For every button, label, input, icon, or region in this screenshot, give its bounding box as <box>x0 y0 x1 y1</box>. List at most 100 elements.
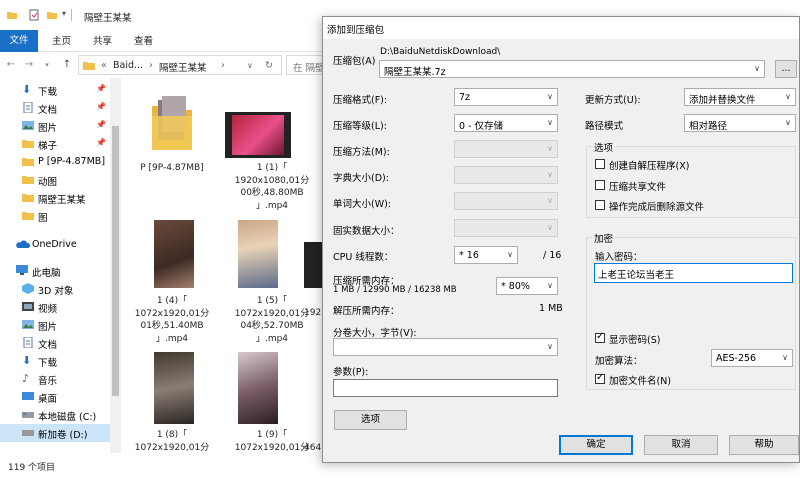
chevron-down-icon: ∨ <box>547 144 553 153</box>
search-input[interactable]: 在 隔壁 <box>286 55 326 75</box>
forward-icon[interactable]: → <box>24 59 34 71</box>
checkbox-label: 操作完成后删除源文件 <box>609 202 705 213</box>
sidebar-item-images[interactable]: 图 <box>0 207 112 225</box>
sidebar-item-downloads[interactable]: ⬇ 下载 📌 <box>0 81 112 99</box>
params-input[interactable] <box>333 379 558 397</box>
folder-icon <box>7 12 17 19</box>
split-size-combo[interactable]: ∨ <box>333 338 558 356</box>
back-icon[interactable]: ← <box>6 59 16 71</box>
tab-file[interactable]: 文件 <box>0 30 38 52</box>
recent-dropdown-icon[interactable]: ▾ <box>42 59 52 71</box>
file-name: P [9P-4.87MB] <box>140 163 204 173</box>
chevron-down-icon[interactable]: ∨ <box>547 342 553 351</box>
ok-button[interactable]: 确定 <box>559 435 633 455</box>
sidebar-item-desktop[interactable]: 桌面 <box>0 388 112 406</box>
sidebar-item-current-folder[interactable]: 隔壁王某某 <box>0 189 112 207</box>
folder-icon <box>83 62 95 70</box>
archive-label: 压缩包(A) <box>333 56 376 67</box>
sidebar-scrollbar[interactable] <box>110 78 121 453</box>
sidebar-item-downloads-pc[interactable]: ⬇ 下载 <box>0 352 112 370</box>
sidebar-item-label: 音乐 <box>38 376 58 387</box>
sidebar-item-label: 此电脑 <box>32 268 61 279</box>
chevron-down-icon: ∨ <box>782 353 788 362</box>
password-input[interactable]: 上老王论坛当老王 <box>594 263 793 283</box>
address-bar[interactable]: « Baid... › 隔壁王某某 › ∨ ↻ <box>78 55 282 75</box>
help-button[interactable]: 帮助 <box>729 435 799 455</box>
quick-access-dropdown-icon[interactable]: ▾ <box>62 9 74 21</box>
sidebar-item-drive-c[interactable]: 本地磁盘 (C:) <box>0 406 112 424</box>
document-icon <box>23 337 33 348</box>
address-dropdown-icon[interactable]: ∨ <box>247 61 253 70</box>
videos-icon <box>22 302 34 311</box>
cpu-threads-select[interactable]: * 16 ∨ <box>454 246 518 264</box>
password-label: 输入密码： <box>595 252 643 263</box>
format-select[interactable]: 7z ∨ <box>454 88 558 106</box>
checkbox-label: 创建自解压程序(X) <box>609 161 690 172</box>
breadcrumb-baidu[interactable]: Baid... <box>113 60 143 71</box>
sidebar-item-drive-d[interactable]: 新加卷 (D:) <box>0 424 112 442</box>
sidebar-item-ladder[interactable]: 梯子 📌 <box>0 135 112 153</box>
video-thumbnail <box>304 242 322 288</box>
sidebar-item-label: 下载 <box>38 358 58 369</box>
pictures-icon <box>22 320 34 329</box>
checkbox-box[interactable] <box>595 200 605 210</box>
sidebar-item-music[interactable]: ♪ 音乐 <box>0 370 112 388</box>
archive-name-combo[interactable]: 隔壁王某某.7z ∨ <box>379 60 765 78</box>
sidebar-item-pictures[interactable]: 图片 📌 <box>0 117 112 135</box>
tab-home[interactable]: 主页 <box>52 33 71 51</box>
checkbox-box[interactable] <box>595 159 605 169</box>
dialog-title: 添加到压缩包 <box>327 25 385 36</box>
scrollbar-thumb[interactable] <box>112 126 119 396</box>
sidebar-item-3d-objects[interactable]: 3D 对象 <box>0 280 112 298</box>
tab-view[interactable]: 查看 <box>134 33 153 51</box>
sidebar-item-documents[interactable]: 文档 📌 <box>0 99 112 117</box>
sidebar-item-gifs[interactable]: 动图 <box>0 171 112 189</box>
new-folder-icon[interactable] <box>46 9 58 21</box>
chevron-down-icon: ∨ <box>547 223 553 232</box>
tab-share[interactable]: 共享 <box>93 33 112 51</box>
checkbox-box[interactable] <box>595 331 605 343</box>
file-name: 192 <box>304 308 322 318</box>
path-mode-select[interactable]: 相对路径 ∨ <box>684 114 796 132</box>
sidebar-item-this-pc[interactable]: 此电脑 <box>0 262 112 280</box>
video-thumbnail <box>154 220 194 288</box>
checkbox-box[interactable] <box>595 180 605 190</box>
sidebar-item-label: OneDrive <box>32 239 77 250</box>
memory-percent-value: * 80% <box>501 281 530 292</box>
up-icon[interactable]: ↑ <box>62 59 72 71</box>
encryption-method-select[interactable]: AES-256 ∨ <box>711 349 793 367</box>
refresh-icon[interactable]: ↻ <box>265 60 273 71</box>
drive-icon <box>22 430 34 436</box>
checkbox-box[interactable] <box>595 372 605 384</box>
sidebar-item-onedrive[interactable]: OneDrive <box>0 236 112 254</box>
sidebar-item-label: 新加卷 (D:) <box>38 430 88 441</box>
sidebar-item-videos[interactable]: 视频 <box>0 298 112 316</box>
breadcrumb-current[interactable]: 隔壁王某某 <box>159 60 207 74</box>
cancel-button[interactable]: 取消 <box>644 435 718 455</box>
sidebar-item-p-folder[interactable]: P [9P-4.87MB] <box>0 153 112 171</box>
address-overflow: « <box>101 60 107 71</box>
sidebar-item-pictures-pc[interactable]: 图片 <box>0 316 112 334</box>
onedrive-icon <box>16 240 30 248</box>
encryption-group-title: 加密 <box>592 231 616 245</box>
browse-button[interactable]: ... <box>775 60 797 78</box>
options-button[interactable]: 选项 <box>334 410 407 430</box>
file-name: 1 (4)「 1072x1920,01分 01秒,51.40MB 」.mp4 <box>134 296 210 344</box>
properties-icon[interactable] <box>28 9 40 21</box>
file-name: 1 (5)「 1072x1920,01分 04秒,52.70MB 」.mp4 <box>234 296 310 344</box>
update-mode-value: 添加并替换文件 <box>689 95 756 106</box>
sidebar-item-documents-pc[interactable]: 文档 <box>0 334 112 352</box>
decompress-memory-label: 解压所需内存： <box>333 306 400 317</box>
chevron-down-icon[interactable]: ∨ <box>754 64 760 73</box>
sidebar-item-label: 文档 <box>38 105 58 116</box>
level-select[interactable]: 0 - 仅存储 ∨ <box>454 114 558 132</box>
sidebar-item-label: 隔壁王某某 <box>38 195 86 206</box>
pin-icon: 📌 <box>96 84 106 93</box>
memory-percent-select[interactable]: * 80% ∨ <box>496 277 558 295</box>
folder-icon <box>22 194 34 202</box>
update-mode-label: 更新方式(U): <box>585 95 641 106</box>
update-mode-select[interactable]: 添加并替换文件 ∨ <box>684 88 796 106</box>
memory-detail: 1 MB / 12990 MB / 16238 MB <box>333 285 457 295</box>
sidebar-item-label: 图 <box>38 213 48 224</box>
dictionary-label: 字典大小(D): <box>333 173 389 184</box>
